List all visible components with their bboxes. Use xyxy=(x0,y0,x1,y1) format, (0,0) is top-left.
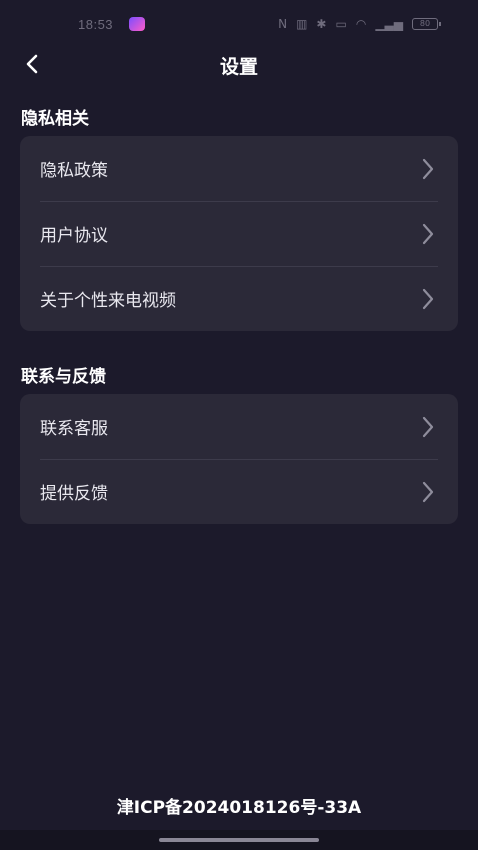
user-agreement-item[interactable]: 用户协议 xyxy=(20,201,458,266)
about-item[interactable]: 关于个性来电视频 xyxy=(20,266,458,331)
signal-icon: ▁▃▅ xyxy=(375,17,403,31)
section-title-privacy: 隐私相关 xyxy=(21,109,89,129)
nav-bar: 设置 xyxy=(0,48,478,82)
hd-icon: ▭ xyxy=(335,17,347,31)
app-notification-icon xyxy=(129,17,146,31)
item-label: 用户协议 xyxy=(40,226,108,246)
privacy-card: 隐私政策 用户协议 关于个性来电视频 xyxy=(20,136,458,331)
chevron-right-icon xyxy=(422,481,434,503)
wifi-icon: ◠ xyxy=(355,17,367,31)
vibrate-icon: ▥ xyxy=(296,17,308,31)
chevron-right-icon xyxy=(422,288,434,310)
back-button[interactable] xyxy=(18,50,46,78)
bluetooth-icon: ✱ xyxy=(316,17,327,31)
icp-footer: 津ICP备2024018126号-33A xyxy=(116,798,362,818)
item-label: 联系客服 xyxy=(40,419,108,439)
chevron-right-icon xyxy=(422,416,434,438)
customer-service-item[interactable]: 联系客服 xyxy=(20,394,458,459)
status-time: 18:53 xyxy=(78,16,114,32)
chevron-right-icon xyxy=(422,223,434,245)
chevron-left-icon xyxy=(26,54,38,74)
privacy-policy-item[interactable]: 隐私政策 xyxy=(20,136,458,201)
feedback-item[interactable]: 提供反馈 xyxy=(20,459,458,524)
section-title-contact: 联系与反馈 xyxy=(21,367,106,387)
page-title: 设置 xyxy=(219,55,258,78)
chevron-right-icon xyxy=(422,158,434,180)
item-label: 提供反馈 xyxy=(40,484,108,504)
battery-icon: 80 xyxy=(412,18,441,30)
status-bar: 18:53 N ▥ ✱ ▭ ◠ ▁▃▅ 80 xyxy=(0,0,478,48)
nfc-icon: N xyxy=(278,17,288,31)
home-indicator[interactable] xyxy=(159,838,319,842)
status-icons: N ▥ ✱ ▭ ◠ ▁▃▅ 80 xyxy=(278,17,441,31)
item-label: 隐私政策 xyxy=(40,161,108,181)
item-label: 关于个性来电视频 xyxy=(40,291,176,311)
contact-card: 联系客服 提供反馈 xyxy=(20,394,458,524)
